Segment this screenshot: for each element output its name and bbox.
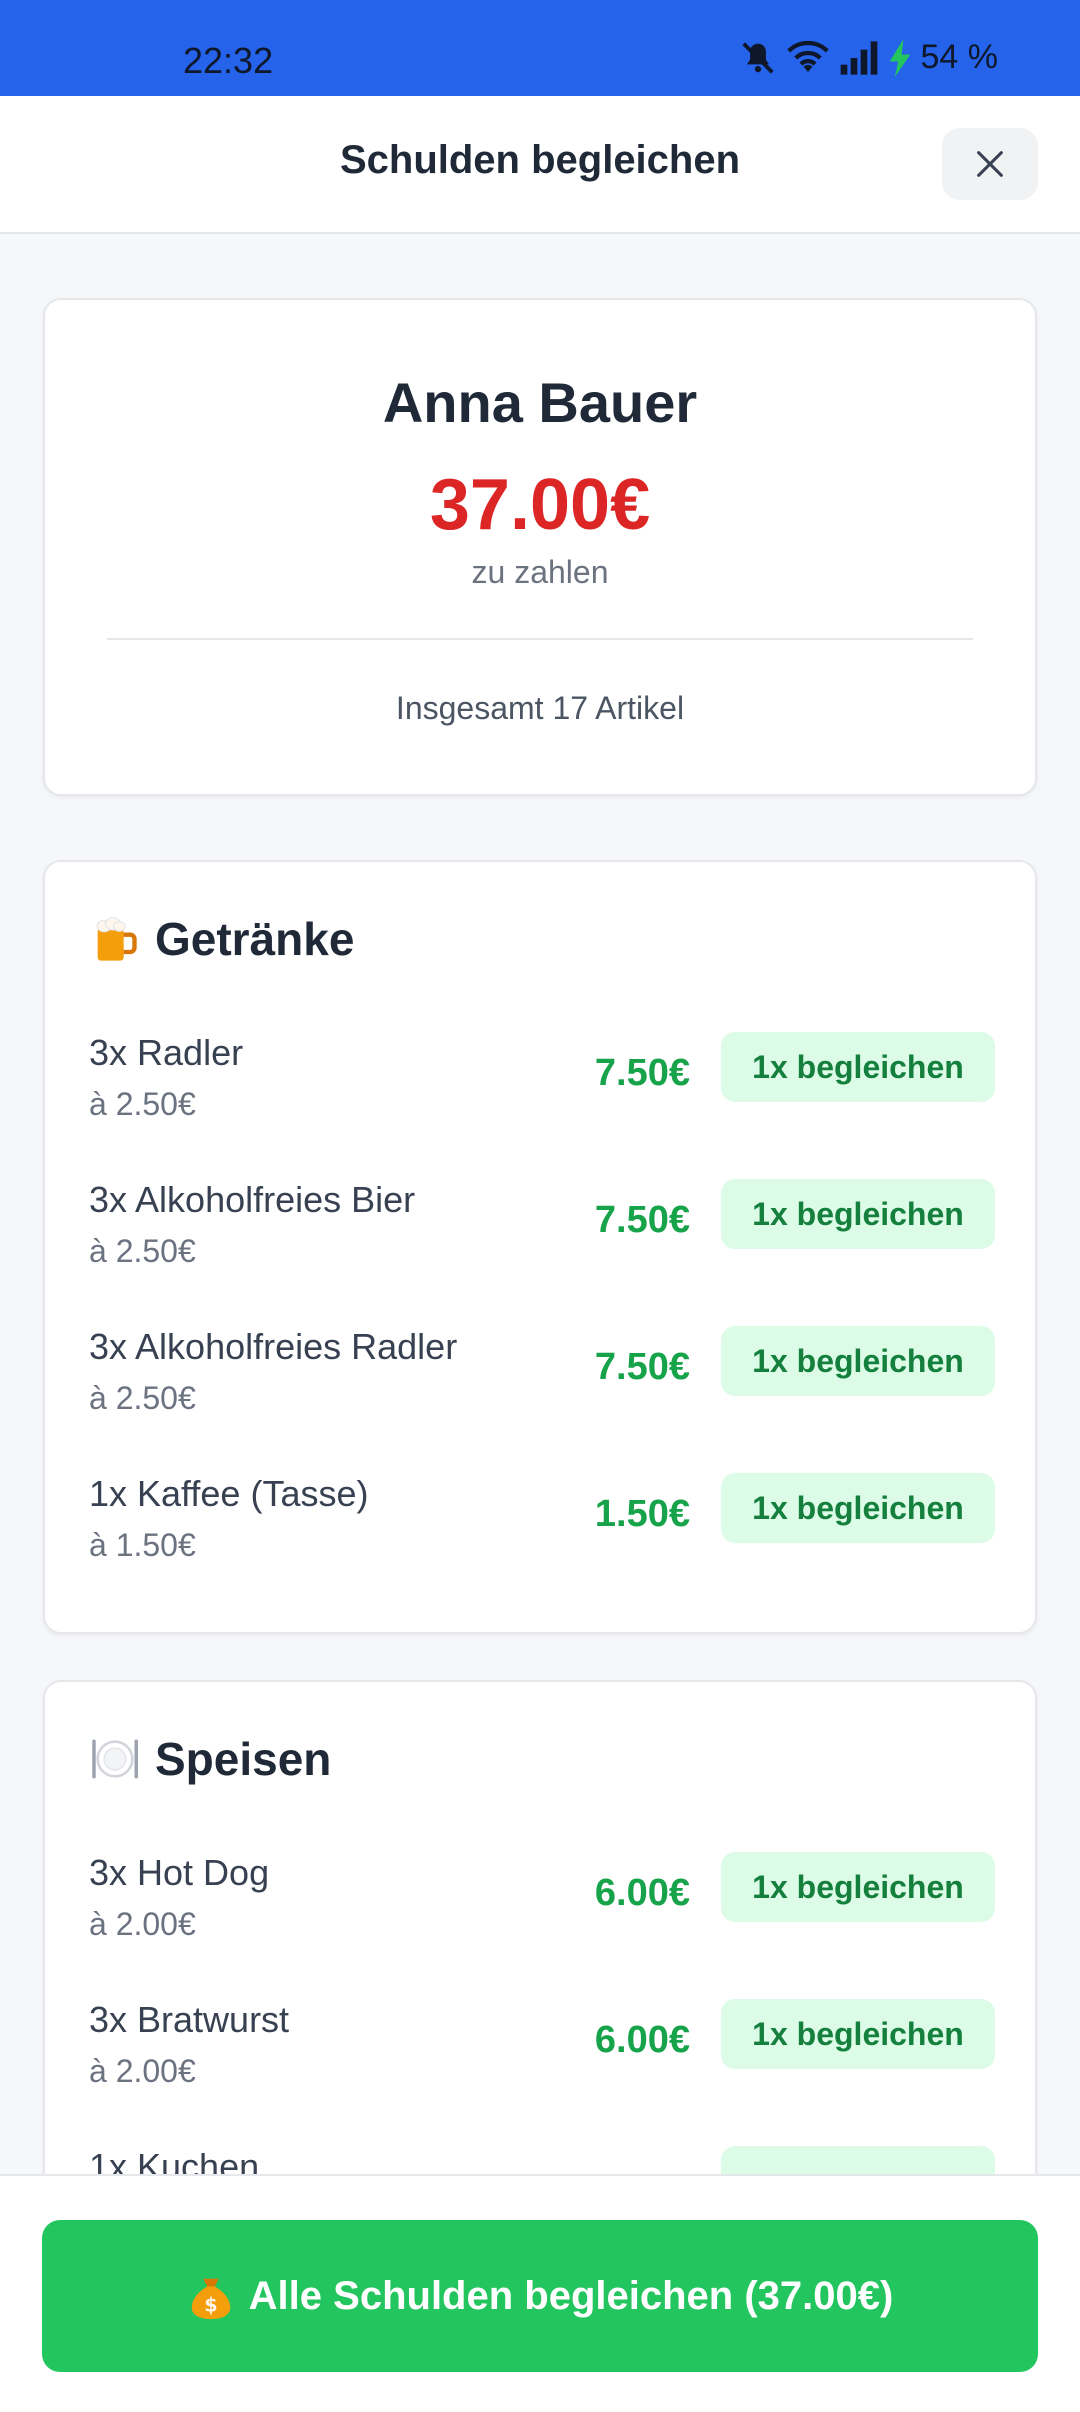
list-item: 3x Alkoholfreies Bier à 2.50€ 7.50€ 1x b… xyxy=(89,1179,995,1299)
page-title: Schulden begleichen xyxy=(339,138,741,182)
list-item: 3x Alkoholfreies Radler à 2.50€ 7.50€ 1x… xyxy=(89,1326,995,1446)
plate-cutlery-icon xyxy=(92,1739,138,1779)
modal-header: Schulden begleichen xyxy=(0,96,1080,234)
wifi-icon xyxy=(786,40,829,76)
close-button[interactable] xyxy=(942,128,1038,200)
beer-mug-icon xyxy=(96,917,137,961)
item-unit-price: à 2.50€ xyxy=(89,1380,196,1416)
item-name: 3x Alkoholfreies Bier xyxy=(89,1179,416,1220)
section-title-text: Speisen xyxy=(155,1733,332,1785)
settle-one-button[interactable]: 1x begleichen xyxy=(721,1179,995,1249)
item-unit-price: à 2.00€ xyxy=(89,1906,196,1942)
settle-one-button[interactable]: 1x begleichen xyxy=(721,1032,995,1102)
section-title: Getränke xyxy=(89,912,354,966)
status-time: 22:32 xyxy=(183,40,274,81)
battery-level: 54 % xyxy=(920,38,999,76)
item-unit-price: à 2.50€ xyxy=(89,1086,196,1122)
list-item: 3x Radler à 2.50€ 7.50€ 1x begleichen xyxy=(89,1032,995,1152)
debt-summary-card: Anna Bauer 37.00€ zu zahlen Insgesamt 17… xyxy=(43,298,1037,796)
total-items: Insgesamt 17 Artikel xyxy=(395,690,685,726)
settle-one-button[interactable]: 1x begleichen xyxy=(721,1999,995,2069)
list-item: 3x Hot Dog à 2.00€ 6.00€ 1x begleichen xyxy=(89,1852,995,1972)
money-bag-icon: $ xyxy=(191,2278,230,2320)
item-total: 7.50€ xyxy=(594,1199,690,1241)
section-title: Speisen xyxy=(89,1732,331,1786)
list-item: 1x Kaffee (Tasse) à 1.50€ 1.50€ 1x begle… xyxy=(89,1473,995,1593)
mute-bell-icon xyxy=(739,39,777,77)
item-total: 6.00€ xyxy=(594,2019,690,2061)
item-total: 7.50€ xyxy=(594,1052,690,1094)
divider xyxy=(107,638,973,640)
list-item: 3x Bratwurst à 2.00€ 6.00€ 1x begleichen xyxy=(89,1999,995,2119)
signal-icon xyxy=(839,40,879,75)
svg-text:$: $ xyxy=(204,2293,217,2316)
debt-amount: 37.00€ xyxy=(429,465,651,545)
item-total: 7.50€ xyxy=(594,1346,690,1388)
bottom-action-bar: $ Alle Schulden begleichen (37.00€) xyxy=(0,2174,1080,2412)
settle-one-button[interactable]: 1x begleichen xyxy=(721,1326,995,1396)
status-icons: 54 % xyxy=(739,38,999,77)
item-name: 3x Radler xyxy=(89,1032,244,1073)
section-drinks: Getränke 3x Radler à 2.50€ 7.50€ 1x begl… xyxy=(43,860,1037,1634)
settle-all-button[interactable]: $ Alle Schulden begleichen (37.00€) xyxy=(42,2220,1038,2372)
settle-one-button[interactable]: 1x begleichen xyxy=(721,1473,995,1543)
item-name: 3x Alkoholfreies Radler xyxy=(89,1326,458,1367)
charging-icon xyxy=(889,38,911,77)
item-name: 1x Kaffee (Tasse) xyxy=(89,1473,369,1514)
close-icon xyxy=(977,151,1003,177)
item-total: 6.00€ xyxy=(594,1872,690,1914)
item-unit-price: à 1.50€ xyxy=(89,1527,196,1563)
settle-all-label: Alle Schulden begleichen (37.00€) xyxy=(248,2273,894,2318)
section-title-text: Getränke xyxy=(155,913,355,965)
status-bar: 22:32 54 % xyxy=(0,0,1080,96)
item-total: 1.50€ xyxy=(594,1493,690,1535)
amount-label: zu zahlen xyxy=(471,554,609,590)
item-name: 3x Bratwurst xyxy=(89,1999,290,2040)
item-unit-price: à 2.50€ xyxy=(89,1233,196,1269)
item-name: 3x Hot Dog xyxy=(89,1852,270,1893)
settle-one-button[interactable]: 1x begleichen xyxy=(721,1852,995,1922)
person-name: Anna Bauer xyxy=(382,371,698,434)
item-unit-price: à 2.00€ xyxy=(89,2053,196,2089)
